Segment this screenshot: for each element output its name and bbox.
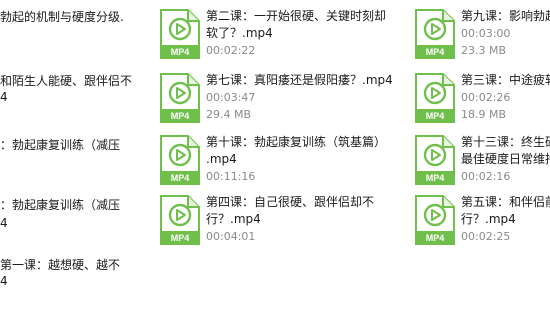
mp4-video-file-icon: MP4: [158, 8, 202, 60]
file-name-fragment[interactable]: ：勃起康复训练（减压: [0, 136, 120, 154]
file-name: 第九课：影响勃起: [461, 9, 550, 23]
file-size: 29.4 MB: [206, 108, 252, 121]
mp4-video-file-icon: MP4: [158, 134, 202, 186]
file-name: .mp4: [206, 152, 237, 166]
file-item[interactable]: MP4 第三课：中途疲软 00:02:26 18.9 MB: [413, 72, 550, 132]
file-duration: 00:02:25: [461, 230, 511, 243]
mp4-label: MP4: [171, 47, 190, 57]
mp4-label: MP4: [171, 173, 190, 183]
mp4-video-file-icon: MP4: [413, 134, 457, 186]
file-name: 行？.mp4: [461, 212, 516, 226]
mp4-label: MP4: [426, 173, 445, 183]
file-size: 18.9 MB: [461, 108, 507, 121]
file-size: 23.3 MB: [461, 44, 507, 57]
file-name-fragment[interactable]: 和陌生人能硬、跟伴侣不: [0, 72, 132, 90]
file-name: 第七课：真阳痿还是假阳痿？.mp4: [206, 73, 393, 87]
mp4-video-file-icon: MP4: [158, 72, 202, 124]
file-name: 软了？.mp4: [206, 26, 273, 40]
file-item[interactable]: MP4 第七课：真阳痿还是假阳痿？.mp4 00:03:47 29.4 MB: [158, 72, 403, 132]
file-name-fragment[interactable]: 4: [0, 272, 8, 290]
file-name-fragment[interactable]: 4: [0, 88, 8, 106]
mp4-video-file-icon: MP4: [158, 194, 202, 246]
file-name-fragment[interactable]: 4: [0, 214, 8, 232]
file-name: 第十课：勃起康复训练（筑基篇）: [206, 135, 387, 149]
file-name: 第二课：一开始很硬、关键时刻却: [206, 9, 387, 23]
file-item[interactable]: MP4 第十三课：终生硬 最佳硬度日常维持 00:02:16: [413, 134, 550, 194]
file-name: 第五课：和伴侣前: [461, 195, 550, 209]
mp4-label: MP4: [426, 47, 445, 57]
file-duration: 00:02:26: [461, 91, 511, 104]
file-duration: 00:03:00: [461, 27, 511, 40]
mp4-label: MP4: [426, 233, 445, 243]
mp4-video-file-icon: MP4: [413, 72, 457, 124]
file-name: 第十三课：终生硬: [461, 135, 550, 149]
file-item[interactable]: MP4 第四课：自己很硬、跟伴侣却不 行？.mp4 00:04:01: [158, 194, 403, 254]
file-duration: 00:03:47: [206, 91, 256, 104]
file-duration: 00:02:16: [461, 170, 511, 183]
file-name: 第四课：自己很硬、跟伴侣却不: [206, 195, 375, 209]
mp4-label: MP4: [171, 111, 190, 121]
file-duration: 00:02:22: [206, 44, 256, 57]
mp4-video-file-icon: MP4: [413, 194, 457, 246]
file-name-fragment[interactable]: 勃起的机制与硬度分级.: [0, 8, 124, 26]
file-name: 第三课：中途疲软: [461, 73, 550, 87]
file-item[interactable]: MP4 第十课：勃起康复训练（筑基篇） .mp4 00:11:16: [158, 134, 403, 194]
file-name: 最佳硬度日常维持: [461, 152, 550, 166]
file-name-fragment[interactable]: ：勃起康复训练（减压: [0, 196, 120, 214]
mp4-label: MP4: [171, 233, 190, 243]
file-duration: 00:04:01: [206, 230, 256, 243]
file-item[interactable]: MP4 第五课：和伴侣前 行？.mp4 00:02:25: [413, 194, 550, 254]
file-duration: 00:11:16: [206, 170, 256, 183]
file-item[interactable]: MP4 第九课：影响勃起 00:03:00 23.3 MB: [413, 8, 550, 68]
mp4-label: MP4: [426, 111, 445, 121]
mp4-video-file-icon: MP4: [413, 8, 457, 60]
file-name-fragment[interactable]: 第一课：越想硬、越不: [0, 256, 120, 274]
file-name: 行？.mp4: [206, 212, 261, 226]
file-item[interactable]: MP4 第二课：一开始很硬、关键时刻却 软了？.mp4 00:02:22: [158, 8, 403, 68]
